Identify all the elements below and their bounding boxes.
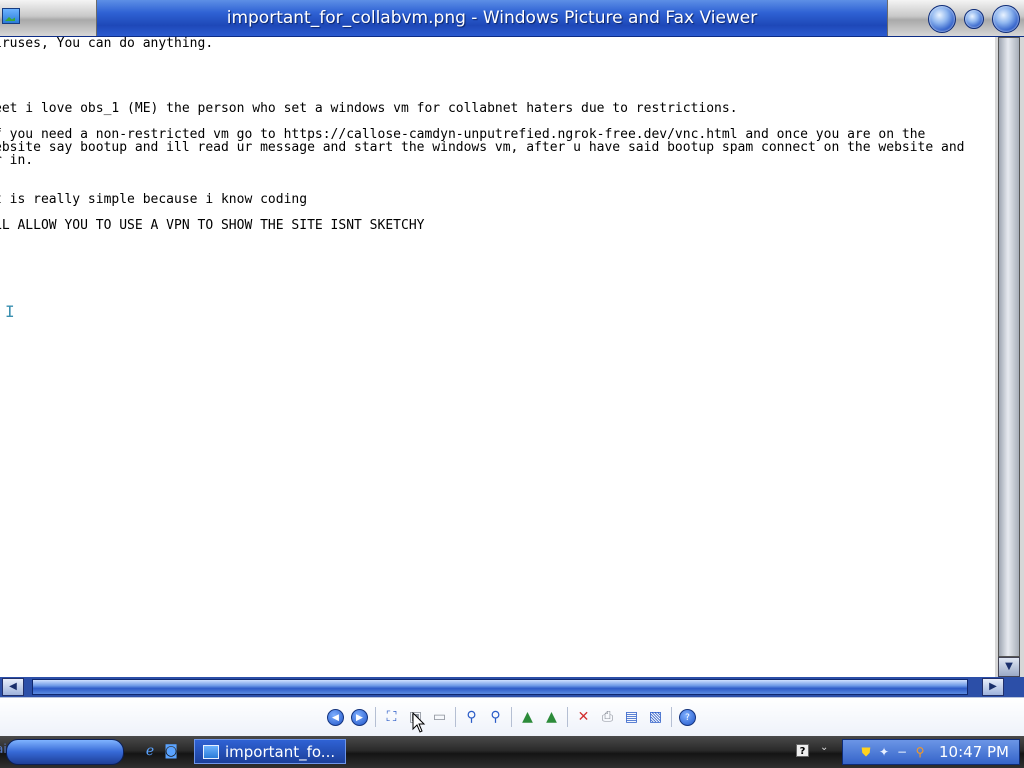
taskbar: ai ℯ ◙ important_fo... ? ⌄ ⛊ ✦ − ⚲ 10:47… bbox=[0, 736, 1024, 768]
text-line: eet i love obs_1 (ME) the person who set… bbox=[0, 101, 738, 116]
title-bar-left-cap bbox=[0, 0, 97, 36]
text-line bbox=[0, 76, 965, 89]
picture-viewer-icon bbox=[203, 745, 219, 759]
search-icon[interactable]: ⚲ bbox=[913, 745, 927, 759]
picture-viewer-icon[interactable] bbox=[2, 8, 20, 24]
internet-explorer-icon[interactable]: ℯ bbox=[142, 743, 158, 759]
start-label: ai bbox=[0, 742, 7, 756]
help-icon[interactable]: ? bbox=[679, 709, 696, 726]
text-cursor-icon: I bbox=[5, 302, 15, 321]
text-line: r in. bbox=[0, 153, 34, 168]
help-tray-icon[interactable]: ? bbox=[796, 744, 809, 757]
previous-image-icon[interactable]: ◀ bbox=[327, 709, 344, 726]
image-view[interactable]: iruses, You can do anything. eet i love o… bbox=[0, 37, 995, 677]
taskbar-item-picture-viewer[interactable]: important_fo... bbox=[194, 739, 346, 764]
toolbar-separator bbox=[511, 707, 512, 727]
start-button[interactable] bbox=[6, 739, 124, 765]
network-icon[interactable]: ✦ bbox=[877, 745, 891, 759]
show-hidden-icons-icon[interactable]: ⌄ bbox=[820, 742, 828, 753]
vertical-scrollbar[interactable]: ▼ bbox=[995, 37, 1024, 677]
system-tray: ⛊ ✦ − ⚲ 10:47 PM bbox=[842, 739, 1020, 765]
text-line bbox=[0, 50, 965, 63]
scroll-right-button[interactable]: ▶ bbox=[982, 678, 1004, 696]
text-line bbox=[0, 167, 965, 180]
scroll-down-button[interactable]: ▼ bbox=[998, 657, 1020, 677]
rotate-clockwise-icon[interactable]: ▲ bbox=[519, 709, 536, 726]
toolbar-separator bbox=[375, 707, 376, 727]
print-icon[interactable]: ⎙ bbox=[599, 709, 616, 726]
minimize-button[interactable] bbox=[928, 5, 956, 33]
delete-icon[interactable]: ✕ bbox=[575, 709, 592, 726]
taskbar-item-label: important_fo... bbox=[225, 743, 336, 761]
image-text: iruses, You can do anything. eet i love o… bbox=[0, 37, 965, 232]
horizontal-scroll-thumb[interactable] bbox=[32, 679, 968, 695]
open-for-editing-icon[interactable]: ▧ bbox=[647, 709, 664, 726]
mouse-pointer-icon bbox=[412, 712, 426, 733]
title-bar[interactable]: important_for_collabvm.png - Windows Pic… bbox=[0, 0, 1024, 37]
volume-icon[interactable]: − bbox=[895, 745, 909, 759]
viewer-toolbar: ◀ ▶ ⛶ ▣ ▭ ⚲ ⚲ ▲ ▲ ✕ ⎙ ▤ ▧ ? bbox=[0, 697, 1024, 737]
toolbar-separator bbox=[567, 707, 568, 727]
zoom-out-icon[interactable]: ⚲ bbox=[487, 709, 504, 726]
title-bar-right-cap bbox=[887, 0, 1024, 36]
text-line: t is really simple because i know coding bbox=[0, 192, 308, 207]
text-line: iruses, You can do anything. bbox=[0, 37, 214, 51]
slideshow-icon[interactable]: ▭ bbox=[431, 709, 448, 726]
toolbar-separator bbox=[455, 707, 456, 727]
toolbar-separator bbox=[671, 707, 672, 727]
window-title: important_for_collabvm.png - Windows Pic… bbox=[226, 8, 758, 28]
close-button[interactable] bbox=[992, 5, 1020, 33]
scroll-left-button[interactable]: ◀ bbox=[2, 678, 24, 696]
horizontal-scrollbar[interactable]: ◀ ▶ bbox=[0, 677, 1024, 697]
clock[interactable]: 10:47 PM bbox=[939, 740, 1009, 764]
zoom-in-icon[interactable]: ⚲ bbox=[463, 709, 480, 726]
security-shield-icon[interactable]: ⛊ bbox=[859, 745, 873, 759]
rotate-counterclockwise-icon[interactable]: ▲ bbox=[543, 709, 560, 726]
best-fit-icon[interactable]: ⛶ bbox=[383, 709, 400, 726]
text-line: ebsite say bootup and ill read ur messag… bbox=[0, 140, 965, 155]
vertical-scroll-thumb[interactable] bbox=[998, 37, 1020, 657]
maximize-button[interactable] bbox=[964, 9, 984, 29]
text-line: LL ALLOW YOU TO USE A VPN TO SHOW THE SI… bbox=[0, 218, 425, 233]
next-image-icon[interactable]: ▶ bbox=[351, 709, 368, 726]
copy-to-icon[interactable]: ▤ bbox=[623, 709, 640, 726]
text-line bbox=[0, 63, 965, 76]
quick-launch-icon[interactable]: ◙ bbox=[163, 743, 179, 759]
